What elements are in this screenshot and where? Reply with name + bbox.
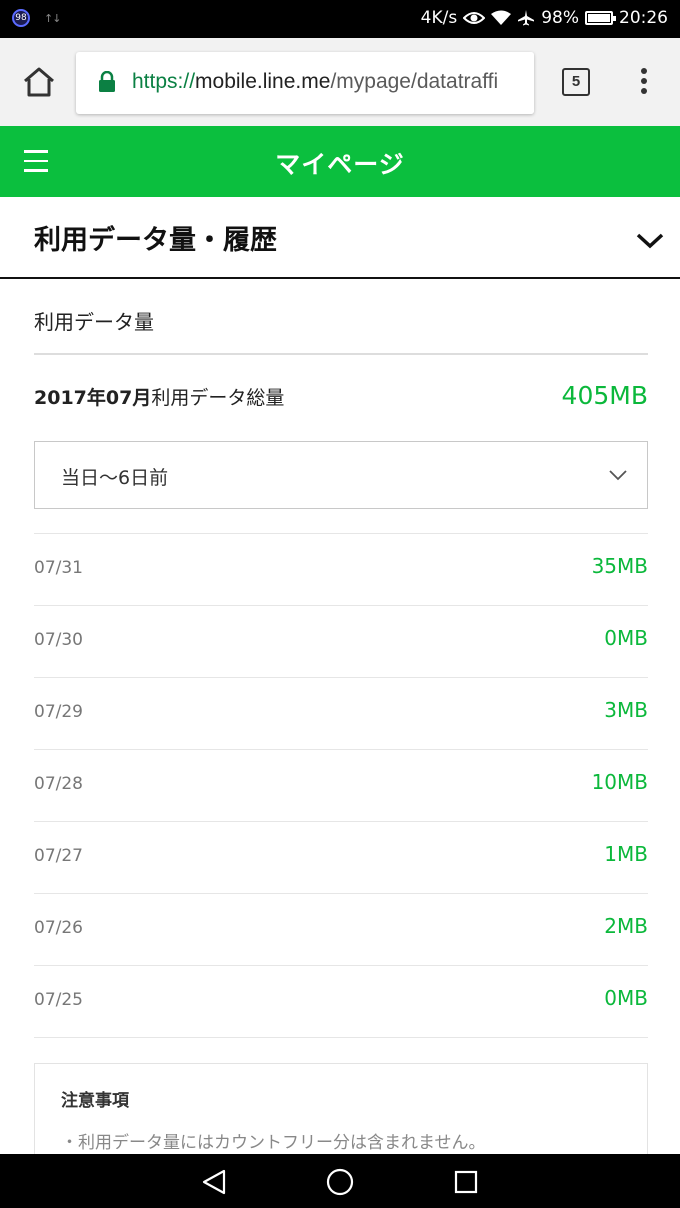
usage-value: 0MB	[604, 986, 648, 1010]
page-title: マイページ	[275, 150, 405, 179]
url-text: https://mobile.line.me/mypage/datatraffi	[132, 70, 499, 93]
status-bar: 98 ↑↓ 4K/s 98% 20:26	[0, 0, 680, 38]
notice-item: ・利用データ量にはカウントフリー分は含まれません。	[61, 1133, 486, 1153]
usage-value: 3MB	[604, 698, 648, 722]
divider	[34, 353, 648, 355]
usage-date: 07/28	[34, 774, 83, 794]
range-select-value: 当日〜6日前	[61, 467, 169, 489]
eye-icon	[463, 12, 486, 24]
lock-icon	[99, 71, 115, 92]
battery-icon	[585, 11, 616, 25]
tab-switcher-button[interactable]: 5	[562, 68, 590, 96]
list-item: 07/26 2MB	[34, 893, 648, 965]
home-icon[interactable]	[22, 66, 56, 98]
total-usage-label: 2017年07月利用データ総量	[34, 387, 285, 409]
usage-date: 07/26	[34, 918, 83, 938]
usage-value: 0MB	[604, 626, 648, 650]
address-bar[interactable]: https://mobile.line.me/mypage/datatraffi	[76, 52, 534, 114]
battery-percent: 98%	[541, 8, 579, 28]
list-item: 07/30 0MB	[34, 605, 648, 677]
data-activity-icon: ↑↓	[44, 11, 61, 25]
browser-toolbar: https://mobile.line.me/mypage/datatraffi…	[0, 38, 680, 126]
notice-title: 注意事項	[61, 1091, 129, 1111]
usage-date: 07/27	[34, 846, 83, 866]
daily-usage-list: 07/31 35MB 07/30 0MB 07/29 3MB 07/28 10M…	[34, 533, 648, 1038]
usage-date: 07/30	[34, 630, 83, 650]
notification-badge-icon: 98	[12, 9, 30, 27]
airplane-icon	[518, 10, 535, 26]
usage-value: 1MB	[604, 842, 648, 866]
network-speed: 4K/s	[420, 8, 458, 28]
usage-value: 10MB	[591, 770, 648, 794]
overflow-menu-icon[interactable]	[636, 68, 652, 98]
app-header: マイページ	[0, 126, 680, 197]
system-nav-bar	[0, 1154, 680, 1208]
list-item: 07/31 35MB	[34, 533, 648, 605]
total-usage-value: 405MB	[561, 381, 648, 410]
recent-apps-icon[interactable]	[454, 1170, 478, 1194]
section-title: 利用データ量・履歴	[34, 225, 277, 256]
usage-subtitle: 利用データ量	[34, 310, 154, 334]
list-item: 07/25 0MB	[34, 965, 648, 1038]
usage-date: 07/31	[34, 558, 83, 578]
wifi-icon	[491, 10, 512, 25]
home-nav-icon[interactable]	[326, 1168, 354, 1196]
list-item: 07/27 1MB	[34, 821, 648, 893]
clock: 20:26	[619, 8, 668, 28]
list-item: 07/29 3MB	[34, 677, 648, 749]
back-icon[interactable]	[200, 1168, 228, 1196]
range-select[interactable]: 当日〜6日前	[34, 441, 648, 509]
chevron-down-icon[interactable]	[636, 233, 664, 249]
list-item: 07/28 10MB	[34, 749, 648, 821]
usage-value: 35MB	[591, 554, 648, 578]
usage-date: 07/29	[34, 702, 83, 722]
section-header[interactable]: 利用データ量・履歴	[0, 197, 680, 279]
usage-date: 07/25	[34, 990, 83, 1010]
usage-value: 2MB	[604, 914, 648, 938]
chevron-down-icon	[609, 470, 627, 481]
